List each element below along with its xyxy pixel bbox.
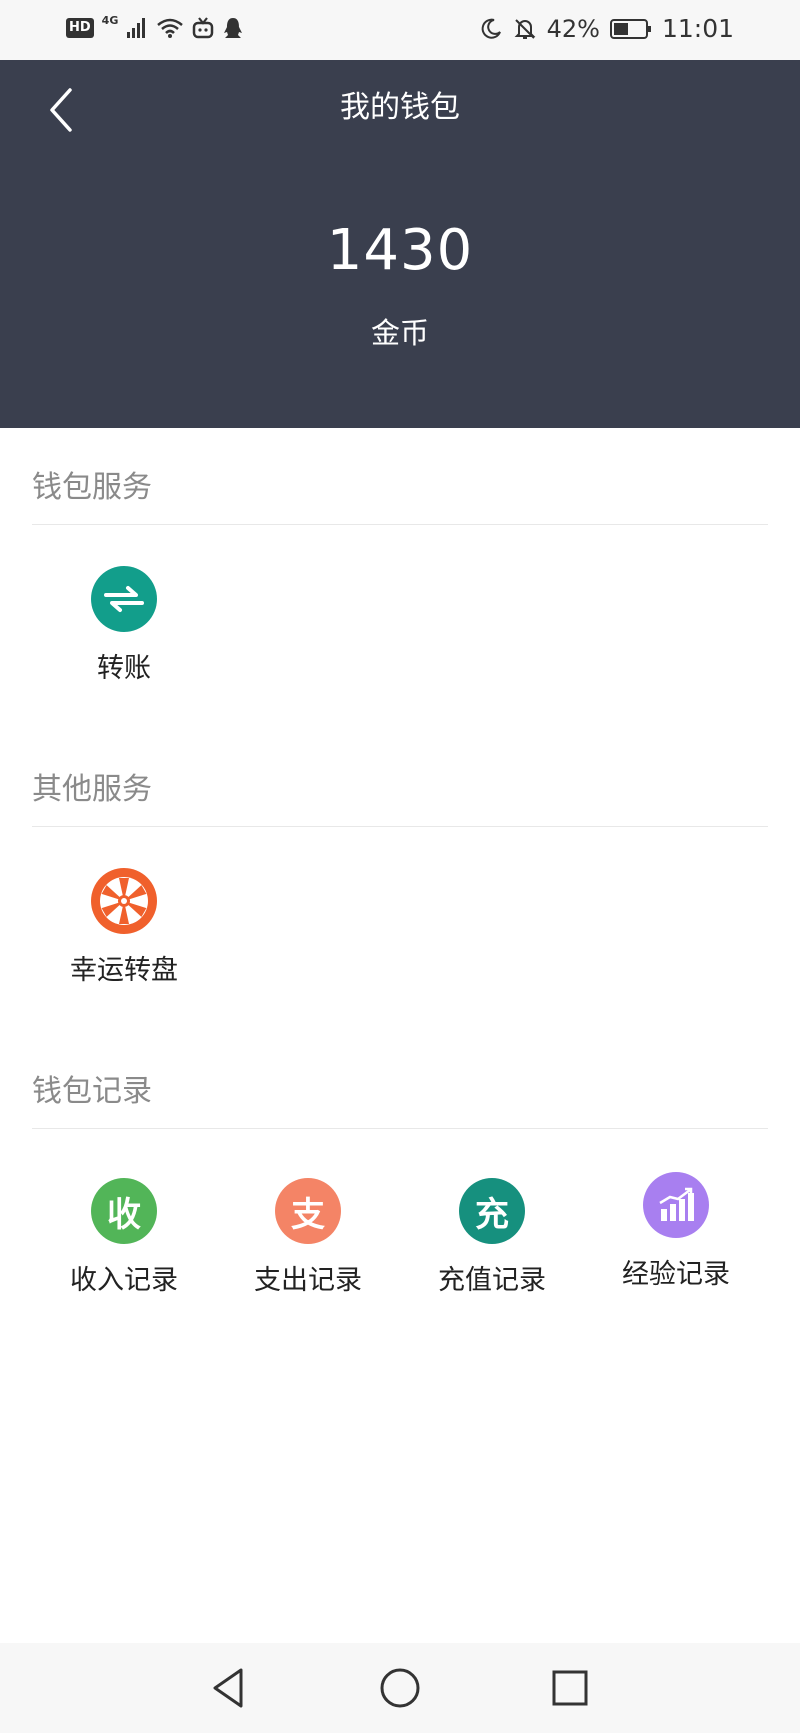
divider [32, 826, 768, 827]
recharge-record-label: 充值记录 [438, 1265, 546, 1296]
expense-record-label: 支出记录 [254, 1265, 362, 1296]
nav-recents-button[interactable] [545, 1665, 595, 1711]
recharge-icon: 充 [459, 1178, 525, 1244]
wallet-header: 我的钱包 1430 金币 [0, 60, 800, 428]
divider [32, 1128, 768, 1129]
tv-icon [193, 17, 214, 39]
income-record-item[interactable]: 收 收入记录 [54, 1178, 194, 1297]
moon-icon [481, 18, 501, 39]
experience-record-label: 经验记录 [622, 1259, 730, 1290]
chart-icon [643, 1172, 709, 1238]
lucky-wheel-item[interactable]: 幸运转盘 [54, 868, 194, 987]
status-left: HD 4G [66, 13, 244, 40]
clock: 11:01 [661, 14, 734, 43]
expense-record-item[interactable]: 支 支出记录 [238, 1178, 378, 1297]
battery-percent: 42% [546, 14, 600, 43]
coin-balance: 1430 [326, 218, 474, 283]
status-right: 42% 11:01 [479, 14, 734, 43]
section-title: 其他服务 [32, 772, 152, 807]
expense-icon: 支 [275, 1178, 341, 1244]
section-title: 钱包记录 [32, 1074, 152, 1109]
wallet-page: HD 4G 42% 11:01 我的钱包 1430 金币 钱包服务 转账 其他服… [0, 0, 800, 1733]
wifi-icon [157, 18, 184, 38]
triangle-back-icon [213, 1668, 243, 1708]
page-title: 我的钱包 [340, 90, 460, 125]
section-other-services: 其他服务 幸运转盘 [0, 764, 800, 986]
circle-home-icon [380, 1668, 420, 1708]
section-wallet-services: 钱包服务 转账 [0, 462, 800, 684]
income-icon: 收 [91, 1178, 157, 1244]
qq-icon [224, 18, 243, 38]
recharge-record-item[interactable]: 充 充值记录 [422, 1178, 562, 1297]
status-bar: HD 4G 42% 11:01 [0, 0, 800, 60]
experience-record-item[interactable]: 经验记录 [606, 1172, 746, 1291]
hd-icon: HD [66, 18, 94, 38]
nav-home-button[interactable] [375, 1665, 425, 1711]
square-recents-icon [552, 1670, 588, 1706]
system-nav-bar [0, 1643, 800, 1733]
signal-icon [127, 18, 146, 38]
coin-unit: 金币 [370, 316, 429, 350]
section-wallet-records: 钱包记录 收 收入记录 支 支出记录 充 充值记录 经验记录 [0, 1066, 800, 1296]
network-type: 4G [101, 13, 119, 27]
nav-back-button[interactable] [205, 1665, 255, 1711]
bell-off-icon [514, 18, 536, 39]
transfer-label: 转账 [97, 653, 151, 684]
income-record-label: 收入记录 [70, 1265, 178, 1296]
wheel-icon [91, 868, 157, 934]
lucky-wheel-label: 幸运转盘 [70, 955, 178, 986]
divider [32, 524, 768, 525]
transfer-icon [91, 566, 157, 632]
transfer-item[interactable]: 转账 [54, 566, 194, 685]
section-title: 钱包服务 [32, 470, 152, 505]
battery-icon [609, 18, 651, 39]
